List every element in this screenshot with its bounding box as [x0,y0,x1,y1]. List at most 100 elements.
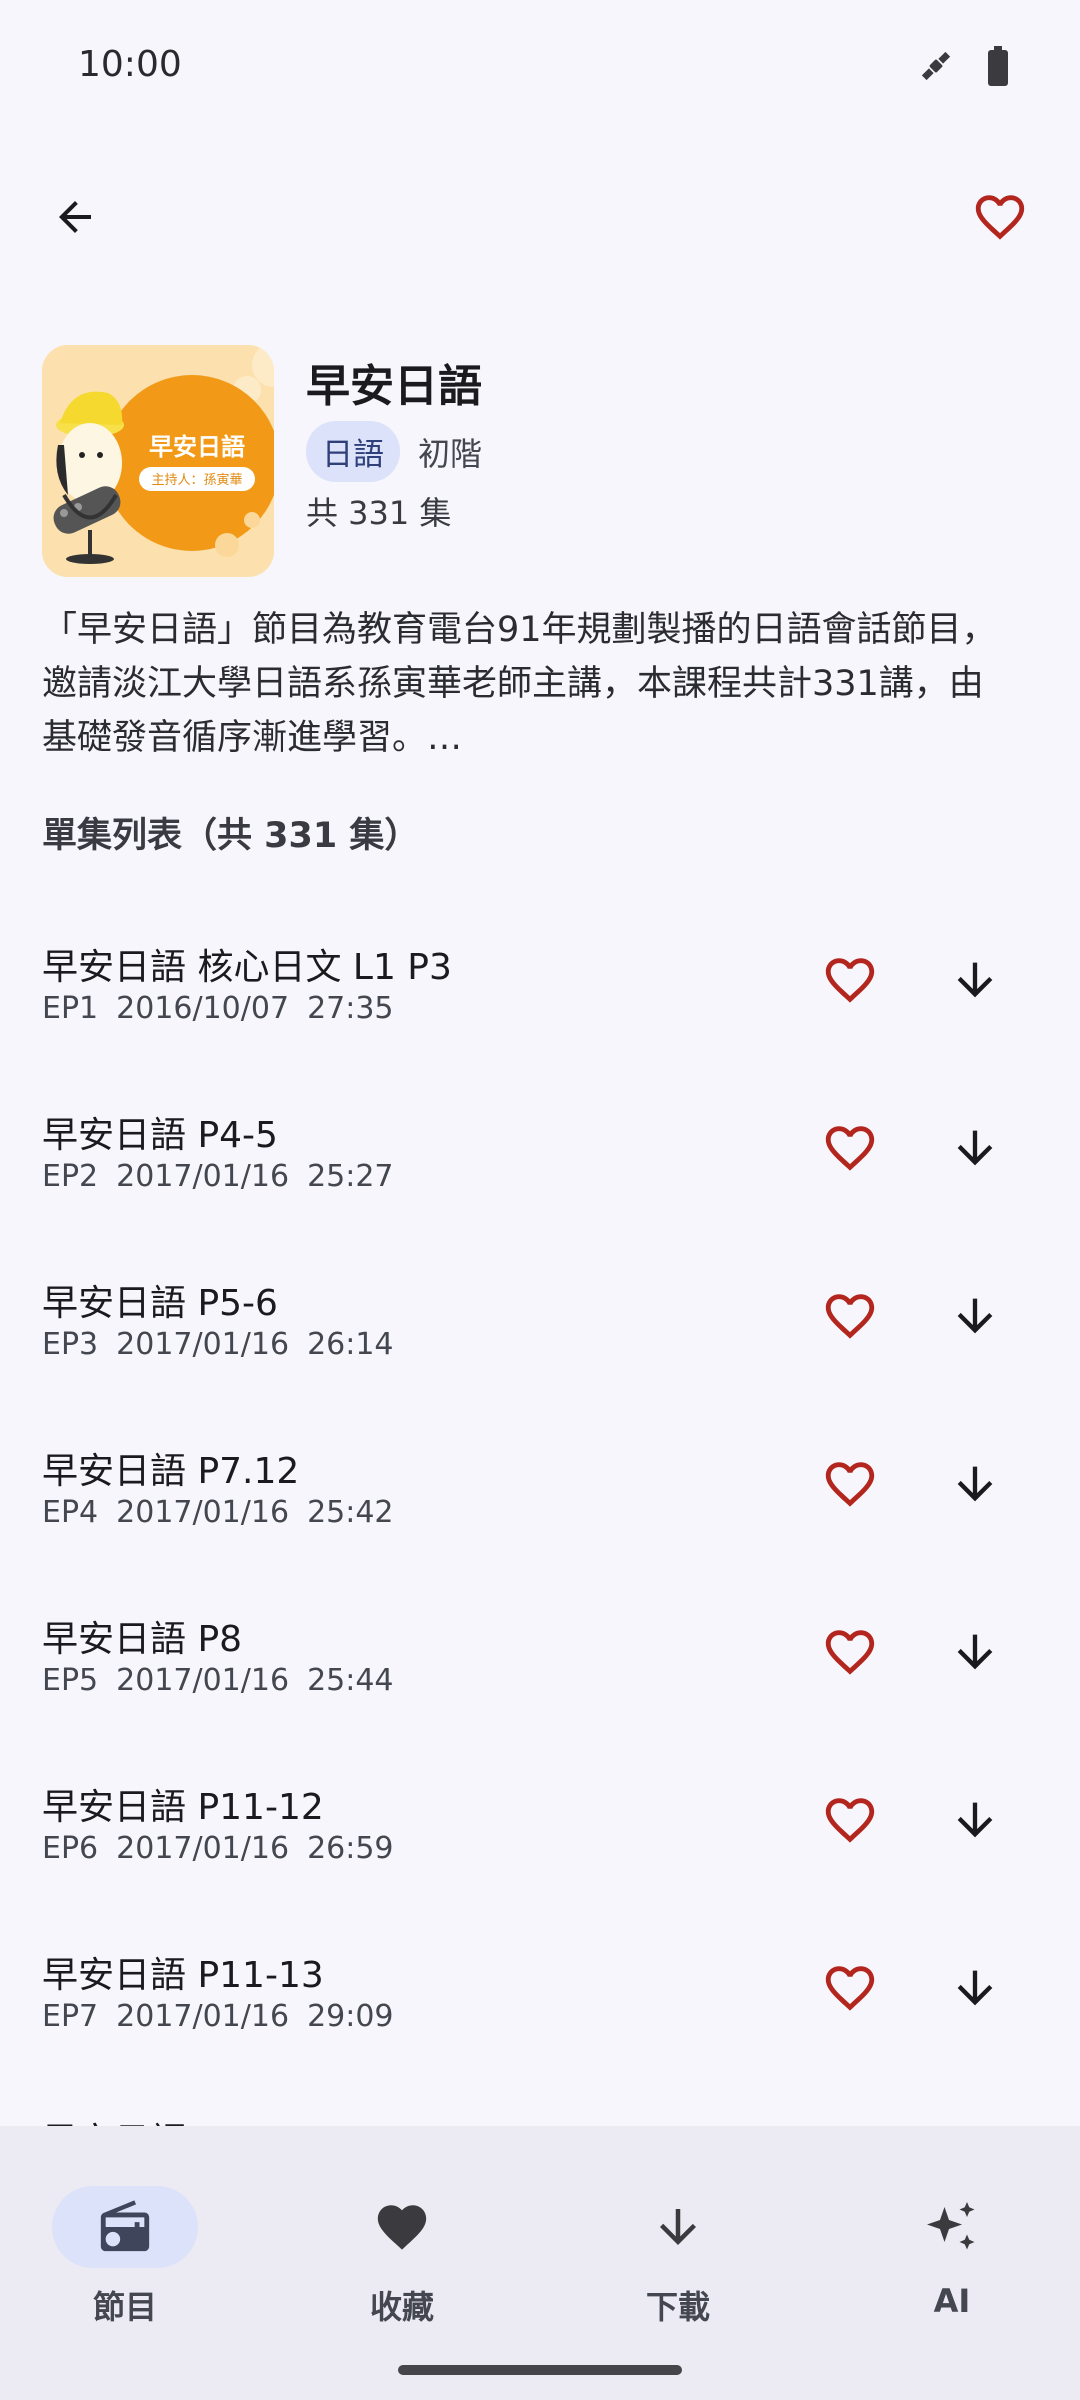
episode-row[interactable]: 早安日語 P4-5 EP2 2017/01/16 25:27 [0,1064,1080,1232]
episode-meta: EP1 2016/10/07 27:35 [42,991,394,1026]
heart-outline-icon [825,1630,875,1675]
heart-outline-icon [825,1126,875,1171]
status-icons [916,46,1010,90]
episode-title: 早安日語 P5-6 [42,1283,278,1324]
episode-favorite-button[interactable] [812,1620,888,1684]
episode-count: 共 331 集 [306,494,452,532]
episode-download-button[interactable] [940,948,1010,1012]
battery-icon [986,46,1010,90]
nav-indicator [879,2186,1025,2268]
favorite-podcast-button[interactable] [960,182,1040,252]
level-label: 初階 [418,434,483,473]
episode-duration: 27:35 [307,991,394,1026]
cover-host: 主持人：孫寅華 [151,472,242,488]
nav-indicator [329,2186,475,2268]
episode-date: 2017/01/16 [116,1663,290,1698]
episode-meta: EP3 2017/01/16 26:14 [42,1327,394,1362]
episode-date: 2017/01/16 [116,1495,290,1530]
download-arrow-icon [957,1970,993,2006]
episode-title: 早安日語 P11-12 [42,1787,324,1828]
episode-meta: EP4 2017/01/16 25:42 [42,1495,394,1530]
podcast-title: 早安日語 [306,361,482,412]
download-arrow-icon [957,1130,993,1166]
description-line: 「早安日語」節目為教育電台91年規劃製播的日語會話節目， [42,610,997,650]
episode-favorite-button[interactable] [812,1116,888,1180]
nav-item-ai[interactable]: AI [832,2156,1072,2320]
description-line: 邀請淡江大學日語系孫寅華老師主講，本課程共計331講，由 [42,664,984,704]
nav-label: 收藏 [369,2288,434,2326]
download-arrow-icon [957,1298,993,1334]
heart-outline-icon [825,1798,875,1843]
episode-duration: 26:14 [307,1327,394,1362]
download-arrow-icon [957,1466,993,1502]
episode-meta: EP2 2017/01/16 25:27 [42,1159,394,1194]
episode-favorite-button[interactable] [812,1284,888,1348]
episode-number: EP6 [42,1831,99,1866]
episode-duration: 26:59 [307,1831,394,1866]
episode-row[interactable]: 早安日語 核心日文 L1 P3 EP1 2016/10/07 27:35 [0,896,1080,1064]
status-bar: 10:00 [0,0,1080,135]
episode-row[interactable]: 早安日語 P11-12 EP6 2017/01/16 26:59 [0,1736,1080,1904]
nav-indicator [52,2186,198,2268]
episode-meta: EP6 2017/01/16 26:59 [42,1831,394,1866]
episode-title: 早安日語 P8 [42,1619,243,1660]
podcast-header: 早安日語 主持人：孫寅華 早安日語 日語 初階 共 331 集 [42,345,1042,577]
nav-label: AI [933,2282,971,2320]
episode-date: 2017/01/16 [116,1999,290,2034]
episode-row[interactable]: 早安日語 P7.12 EP4 2017/01/16 25:42 [0,1400,1080,1568]
episode-date: 2017/01/16 [116,1327,290,1362]
download-arrow-icon [957,962,993,998]
episode-download-button[interactable] [940,1788,1010,1852]
episode-download-button[interactable] [940,1452,1010,1516]
heart-filled-icon [377,2205,427,2250]
episode-download-button[interactable] [940,1116,1010,1180]
episode-list: 早安日語 核心日文 L1 P3 EP1 2016/10/07 27:35 早安日… [0,896,1080,2072]
download-arrow-icon [957,1634,993,1670]
episode-favorite-button[interactable] [812,1452,888,1516]
gesture-handle[interactable] [398,2365,682,2375]
episode-download-button[interactable] [940,1620,1010,1684]
episode-duration: 25:27 [307,1159,394,1194]
nav-item-favorites[interactable]: 收藏 [282,2156,522,2326]
description-line: 基礎發音循序漸進學習。… [42,718,463,758]
episode-favorite-button[interactable] [812,1956,888,2020]
episode-title: 早安日語 P4-5 [42,1115,278,1156]
cover-title: 早安日語 [149,433,245,461]
episode-meta: EP7 2017/01/16 29:09 [42,1999,394,2034]
episode-date: 2017/01/16 [116,1831,290,1866]
episode-title: 早安日語 P7.12 [42,1451,300,1492]
podcast-cover[interactable]: 早安日語 主持人：孫寅華 [42,345,274,577]
episode-favorite-button[interactable] [812,948,888,1012]
nav-label: 下載 [645,2288,710,2326]
language-chip[interactable]: 日語 [306,421,400,482]
episode-row[interactable]: 早安日語 P8 EP5 2017/01/16 25:44 [0,1568,1080,1736]
episode-download-button[interactable] [940,1956,1010,2020]
episode-duration: 25:42 [307,1495,394,1530]
episode-title: 早安日語 核心日文 L1 P3 [42,947,452,988]
episode-date: 2017/01/16 [116,1159,290,1194]
satellite-icon [916,46,956,90]
episode-title: 早安日語 P11-13 [42,1955,324,1996]
episode-duration: 25:44 [307,1663,394,1698]
episode-row[interactable]: 早安日語 P5-6 EP3 2017/01/16 26:14 [0,1232,1080,1400]
heart-outline-icon [825,958,875,1003]
episode-favorite-button[interactable] [812,1788,888,1852]
nav-item-programs[interactable]: 節目 [5,2156,245,2326]
episode-number: EP5 [42,1663,99,1698]
podcast-description[interactable]: 「早安日語」節目為教育電台91年規劃製播的日語會話節目， 邀請淡江大學日語系孫寅… [42,603,1042,765]
episode-number: EP3 [42,1327,99,1362]
nav-item-downloads[interactable]: 下載 [558,2156,798,2326]
podcast-tags: 日語 初階 [306,421,482,482]
episode-duration: 29:09 [307,1999,394,2034]
episode-number: EP2 [42,1159,99,1194]
sparkles-icon [927,2202,975,2250]
heart-outline-icon [825,1294,875,1339]
episode-number: EP4 [42,1495,99,1530]
back-button[interactable] [40,182,110,252]
radio-icon [100,2200,150,2252]
top-app-bar [0,170,1080,270]
nav-indicator [605,2186,751,2268]
episode-download-button[interactable] [940,1284,1010,1348]
episode-meta: EP5 2017/01/16 25:44 [42,1663,394,1698]
episode-row[interactable]: 早安日語 P11-13 EP7 2017/01/16 29:09 [0,1904,1080,2072]
